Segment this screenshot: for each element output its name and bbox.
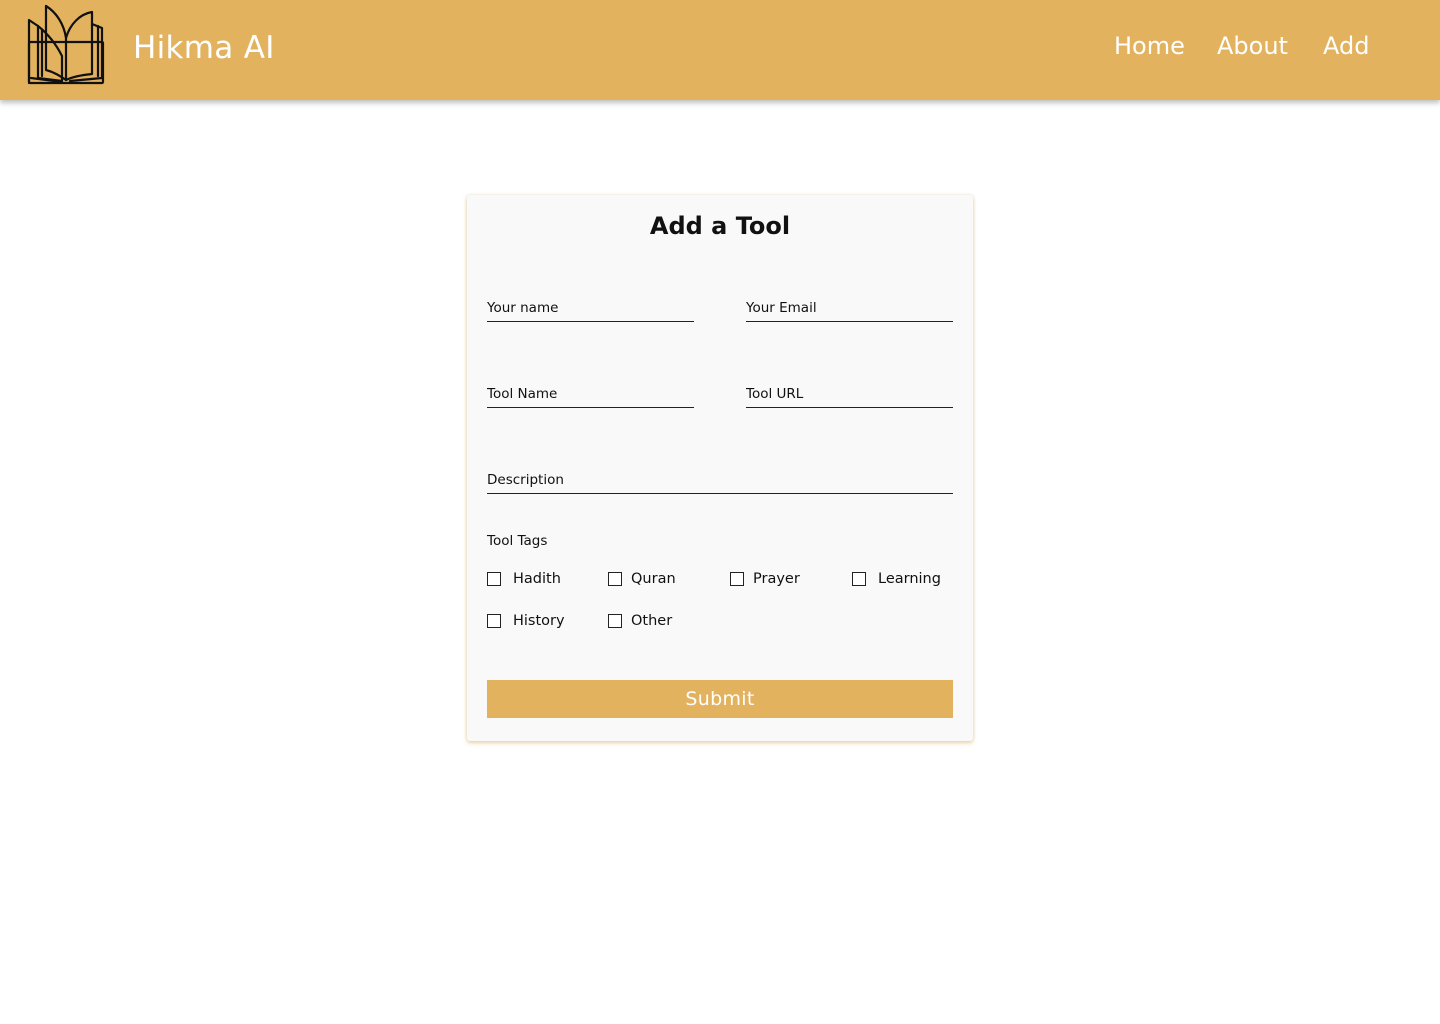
your-name-input[interactable] <box>487 300 694 316</box>
tag-history-checkbox[interactable] <box>487 614 501 628</box>
tag-prayer[interactable]: Prayer <box>730 569 800 589</box>
top-navbar: Hikma AI Home About Add <box>0 0 1440 100</box>
nav-add-link[interactable]: Add <box>1323 32 1369 60</box>
tag-other-label: Other <box>631 613 673 629</box>
description-input[interactable] <box>487 472 953 488</box>
brand-title: Hikma AI <box>133 30 275 66</box>
tag-other[interactable]: Other <box>608 611 672 631</box>
form-title: Add a Tool <box>649 212 791 240</box>
tag-other-checkbox[interactable] <box>608 614 622 628</box>
tag-history-label: History <box>513 613 565 629</box>
tag-history[interactable]: History <box>487 611 565 631</box>
your-email-field <box>746 292 953 322</box>
tag-prayer-label: Prayer <box>753 571 800 587</box>
tag-quran-label: Quran <box>631 571 676 587</box>
tag-quran[interactable]: Quran <box>608 569 676 589</box>
nav-about-link[interactable]: About <box>1217 32 1288 60</box>
tag-prayer-checkbox[interactable] <box>730 572 744 586</box>
your-email-input[interactable] <box>746 300 953 316</box>
tool-url-field <box>746 378 953 408</box>
nav-home-link[interactable]: Home <box>1114 32 1185 60</box>
tag-learning[interactable]: Learning <box>852 569 941 589</box>
open-book-icon[interactable] <box>26 4 106 86</box>
tag-hadith[interactable]: Hadith <box>487 569 561 589</box>
tag-quran-checkbox[interactable] <box>608 572 622 586</box>
tag-hadith-checkbox[interactable] <box>487 572 501 586</box>
tool-name-field <box>487 378 694 408</box>
tag-learning-label: Learning <box>878 571 941 587</box>
tool-tags-label: Tool Tags <box>487 533 548 549</box>
add-tool-card: Add a Tool Tool Tags Hadith Quran Prayer… <box>467 195 973 741</box>
tool-url-input[interactable] <box>746 386 953 402</box>
tag-learning-checkbox[interactable] <box>852 572 866 586</box>
your-name-field <box>487 292 694 322</box>
submit-button[interactable]: Submit <box>487 680 953 718</box>
description-field <box>487 464 953 494</box>
tag-hadith-label: Hadith <box>513 571 561 587</box>
tool-name-input[interactable] <box>487 386 694 402</box>
